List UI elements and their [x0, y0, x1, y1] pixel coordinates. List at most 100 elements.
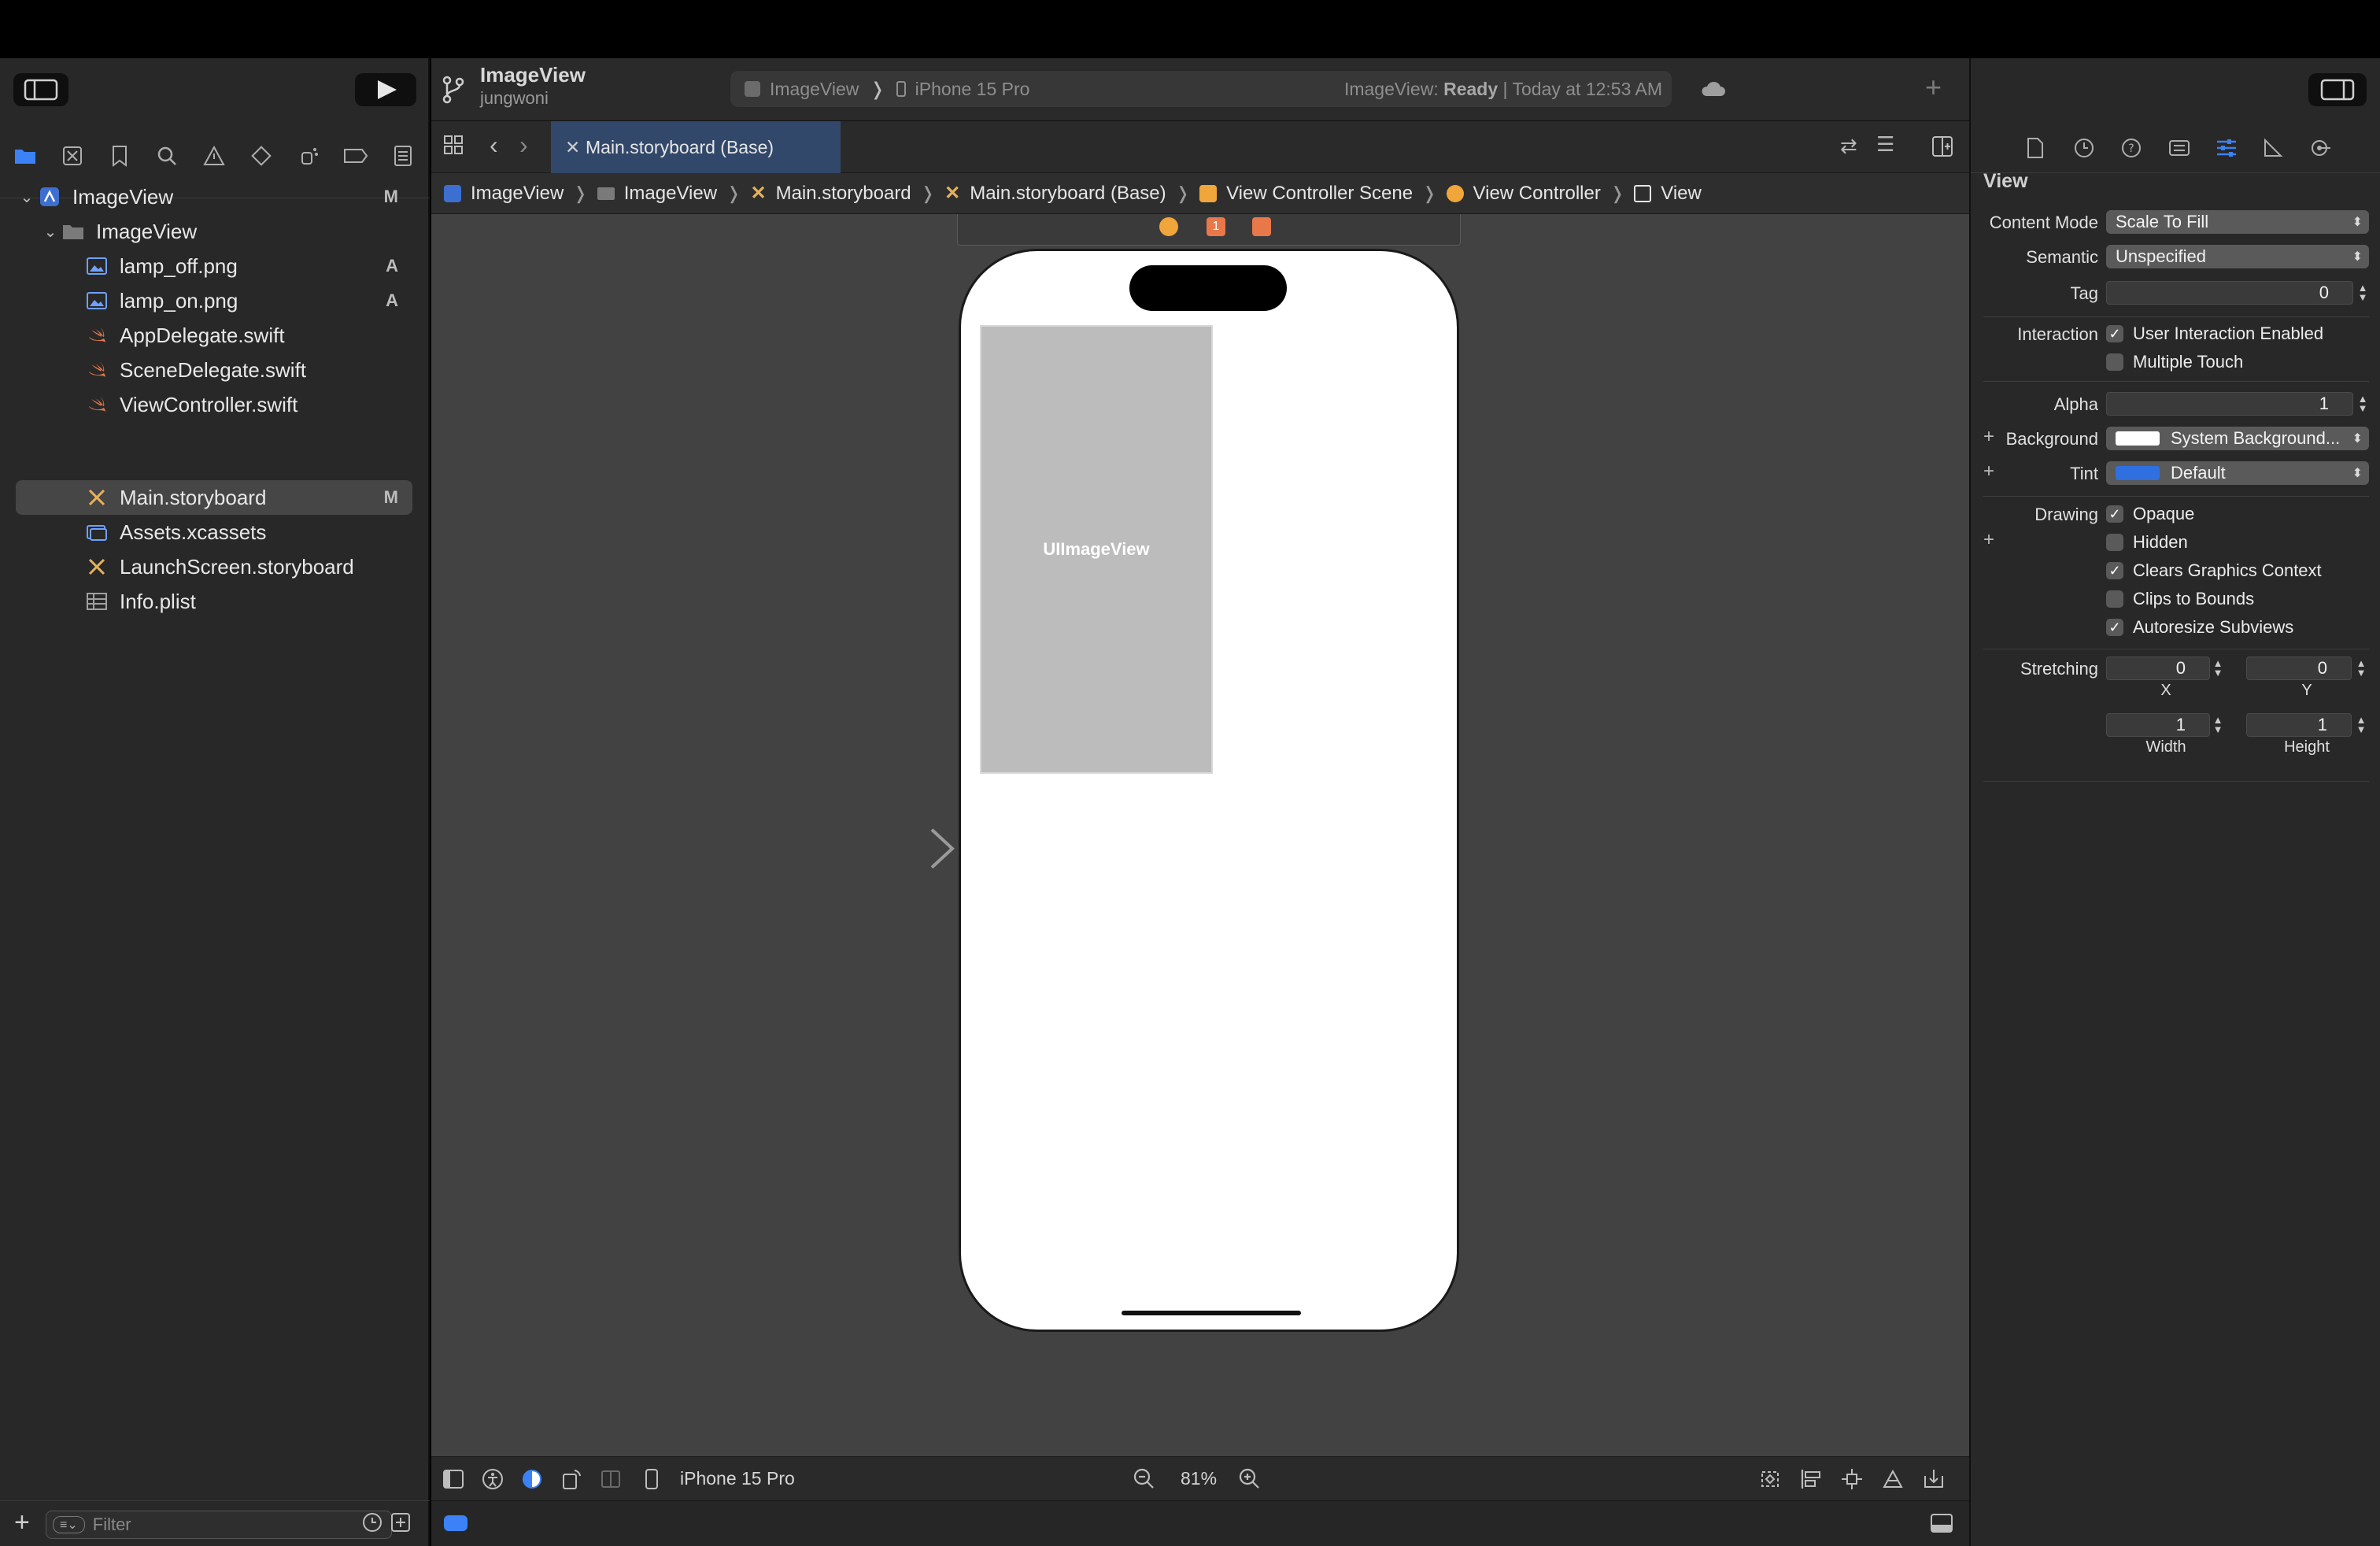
tree-item-file[interactable]: SceneDelegate.swift: [16, 353, 412, 387]
breadcrumb-item[interactable]: View: [1634, 183, 1702, 205]
alpha-stepper[interactable]: ▲ ▼: [2355, 392, 2371, 416]
align-icon[interactable]: [1799, 1468, 1823, 1494]
multiple-touch-checkbox[interactable]: Multiple Touch: [2106, 352, 2243, 372]
breadcrumb-item[interactable]: ✕ Main.storyboard ❭: [750, 182, 944, 205]
attributes-inspector-icon[interactable]: [2215, 137, 2238, 163]
clips-to-bounds-checkbox[interactable]: Clips to Bounds: [2106, 589, 2254, 609]
help-inspector-icon[interactable]: ?: [2120, 137, 2142, 163]
stretching-y-field[interactable]: 0: [2246, 656, 2352, 680]
add-editor-icon[interactable]: [1931, 135, 1953, 161]
embed-in-icon[interactable]: [1922, 1468, 1946, 1494]
identity-inspector-icon[interactable]: [2168, 137, 2191, 163]
editor-options-icon[interactable]: ☰: [1876, 132, 1894, 157]
alpha-field[interactable]: 1: [2106, 392, 2353, 416]
update-frames-icon[interactable]: [1758, 1468, 1782, 1494]
stretching-height-field[interactable]: 1: [2246, 713, 2352, 737]
add-constraints-icon[interactable]: [1840, 1468, 1864, 1494]
semantic-popup[interactable]: Unspecified ⬍: [2106, 245, 2369, 268]
filter-options-icon[interactable]: ≡⌄: [53, 1516, 85, 1533]
console-toggle-icon[interactable]: [444, 1515, 468, 1531]
project-navigator-tab[interactable]: [8, 139, 42, 173]
add-tab-icon[interactable]: +: [1925, 71, 1942, 104]
autoresize-subviews-checkbox[interactable]: ✓ Autoresize Subviews: [2106, 617, 2293, 638]
exit-dock-icon[interactable]: [1252, 217, 1271, 236]
forward-icon[interactable]: ›: [519, 131, 528, 160]
first-responder-dock-icon[interactable]: 1: [1207, 217, 1225, 236]
breakpoints-tab[interactable]: [338, 139, 373, 173]
tag-stepper[interactable]: ▲ ▼: [2355, 281, 2371, 305]
add-variation-icon[interactable]: +: [1983, 529, 1994, 551]
source-control-tab[interactable]: [55, 139, 90, 173]
tree-item-file[interactable]: lamp_off.png A: [16, 249, 412, 283]
toggle-inspector-button[interactable]: [2308, 72, 2367, 107]
find-tab[interactable]: [150, 139, 184, 173]
tree-item-file[interactable]: ViewController.swift: [16, 387, 412, 422]
debug-tab[interactable]: [291, 139, 326, 173]
stretching-x-field[interactable]: 0: [2106, 656, 2210, 680]
background-color-popup[interactable]: System Background... ⬍: [2106, 427, 2369, 450]
history-inspector-icon[interactable]: [2073, 137, 2095, 163]
document-outline-icon[interactable]: [442, 1468, 464, 1494]
tests-tab[interactable]: [244, 139, 279, 173]
tree-item-file[interactable]: Assets.xcassets: [16, 515, 412, 549]
stretching-width-field[interactable]: 1: [2106, 713, 2210, 737]
connections-inspector-icon[interactable]: [2309, 137, 2331, 163]
view-controller-dock-icon[interactable]: [1159, 217, 1178, 236]
tint-color-popup[interactable]: Default ⬍: [2106, 461, 2369, 485]
breadcrumb-item[interactable]: ✕ Main.storyboard (Base) ❭: [944, 182, 1199, 205]
clears-graphics-context-checkbox[interactable]: ✓ Clears Graphics Context: [2106, 560, 2322, 581]
breadcrumb-item[interactable]: ImageView ❭: [597, 183, 751, 205]
tree-item-file-selected[interactable]: Main.storyboard M: [16, 480, 412, 515]
tree-item-project[interactable]: ⌄ ImageView M: [16, 179, 412, 214]
add-icon[interactable]: +: [14, 1507, 30, 1538]
file-inspector-icon[interactable]: [2026, 137, 2045, 163]
tree-item-file[interactable]: AppDelegate.swift: [16, 318, 412, 353]
disclosure-open-icon[interactable]: ⌄: [16, 187, 38, 207]
tree-item-group[interactable]: ⌄ ImageView: [16, 214, 412, 249]
resolve-issues-icon[interactable]: [1881, 1468, 1905, 1494]
cloud-icon[interactable]: [1700, 79, 1727, 103]
hide-debug-area-icon[interactable]: [1930, 1512, 1953, 1538]
zoom-in-icon[interactable]: [1237, 1466, 1261, 1494]
swap-icon[interactable]: ⇄: [1840, 134, 1857, 158]
back-icon[interactable]: ‹: [490, 131, 498, 160]
appearance-icon[interactable]: [521, 1468, 543, 1494]
hidden-checkbox[interactable]: Hidden: [2106, 532, 2188, 553]
accessibility-icon[interactable]: [482, 1468, 504, 1494]
run-button[interactable]: [354, 72, 417, 107]
issues-tab[interactable]: [197, 139, 231, 173]
scheme-selector[interactable]: ImageView ❭ iPhone 15 Pro: [745, 71, 1029, 107]
tree-item-file[interactable]: Info.plist: [16, 584, 412, 619]
bookmarks-tab[interactable]: [102, 139, 137, 173]
close-tab-icon[interactable]: ✕: [565, 137, 580, 158]
device-config-label[interactable]: iPhone 15 Pro: [680, 1468, 795, 1489]
tag-field[interactable]: 0: [2106, 281, 2353, 305]
breadcrumb-item[interactable]: View Controller Scene ❭: [1199, 183, 1446, 205]
zoom-out-icon[interactable]: [1132, 1466, 1155, 1494]
reports-tab[interactable]: [386, 139, 420, 173]
device-icon[interactable]: [644, 1468, 660, 1494]
branch-icon[interactable]: [441, 74, 466, 109]
breadcrumb-item[interactable]: View Controller ❭: [1446, 183, 1635, 205]
image-view[interactable]: UIImageView: [980, 325, 1213, 774]
content-mode-popup[interactable]: Scale To Fill ⬍: [2106, 210, 2369, 234]
disclosure-open-icon[interactable]: ⌄: [39, 222, 61, 242]
breadcrumb-item[interactable]: ImageView ❭: [444, 183, 597, 205]
source-control-filter-icon[interactable]: [390, 1512, 411, 1537]
filter-input[interactable]: ≡⌄ Filter: [46, 1511, 392, 1539]
editor-tab-active[interactable]: ✕ Main.storyboard (Base): [551, 121, 841, 173]
opaque-checkbox[interactable]: ✓ Opaque: [2106, 504, 2194, 524]
orientation-icon[interactable]: [560, 1468, 582, 1494]
stretching-y-stepper[interactable]: ▲ ▼: [2353, 656, 2369, 680]
zoom-level[interactable]: 81%: [1181, 1468, 1217, 1489]
recent-files-icon[interactable]: [362, 1512, 382, 1537]
stretching-x-stepper[interactable]: ▲ ▼: [2210, 656, 2226, 680]
storyboard-canvas[interactable]: 1 UIImageView: [431, 214, 1969, 1456]
related-items-icon[interactable]: [442, 134, 464, 160]
size-class-icon[interactable]: [600, 1468, 622, 1494]
tree-item-file[interactable]: LaunchScreen.storyboard: [16, 549, 412, 584]
user-interaction-checkbox[interactable]: ✓ User Interaction Enabled: [2106, 324, 2323, 344]
toggle-navigator-button[interactable]: [13, 72, 69, 107]
iphone-scene[interactable]: UIImageView: [959, 249, 1459, 1332]
stretching-width-stepper[interactable]: ▲ ▼: [2210, 713, 2226, 737]
